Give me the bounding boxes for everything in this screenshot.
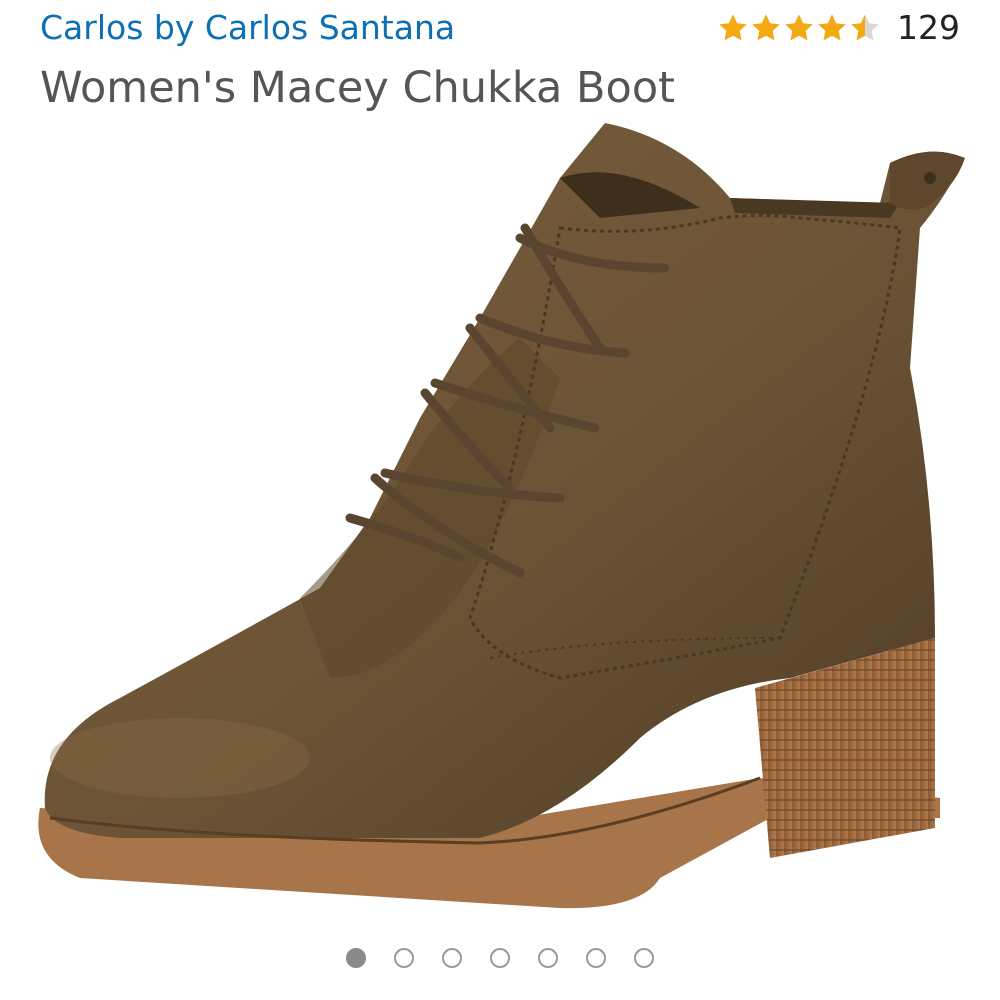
star-icon: [752, 14, 780, 41]
carousel-dot[interactable]: [538, 948, 558, 968]
star-icon: [818, 14, 846, 41]
boot-image: [38, 123, 966, 909]
star-icon: [719, 14, 747, 41]
review-count[interactable]: 129: [897, 6, 960, 50]
carousel-dot[interactable]: [442, 948, 462, 968]
carousel-indicator: [0, 948, 1000, 968]
carousel-dot[interactable]: [586, 948, 606, 968]
product-title: Women's Macey Chukka Boot: [40, 63, 676, 113]
carousel-dot[interactable]: [346, 948, 366, 968]
rating-summary[interactable]: 129: [717, 6, 960, 50]
carousel-dot[interactable]: [634, 948, 654, 968]
carousel-dot[interactable]: [490, 948, 510, 968]
product-image[interactable]: [0, 118, 1000, 940]
brand-link[interactable]: Carlos by Carlos Santana: [40, 6, 455, 50]
star-rating: [717, 12, 881, 44]
carousel-dot[interactable]: [394, 948, 414, 968]
star-icon: [851, 14, 879, 41]
star-icon: [785, 14, 813, 41]
